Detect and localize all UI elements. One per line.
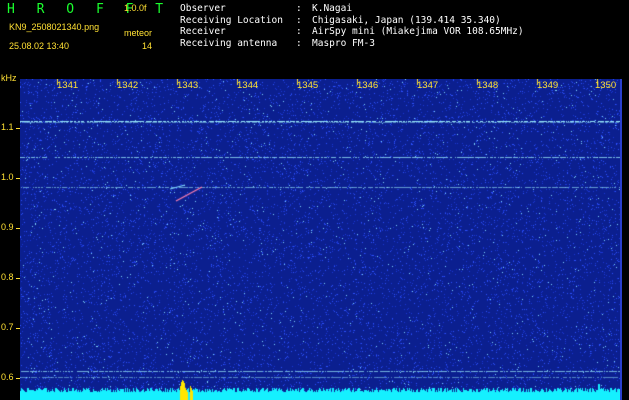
meta-value: K.Nagai xyxy=(312,3,353,14)
x-tick-label: 1344 xyxy=(237,80,259,91)
x-tick-label: 1346 xyxy=(357,80,379,91)
meta-sep: : xyxy=(296,14,302,26)
filename-label: KN9_2508021340.png xyxy=(9,22,100,32)
meta-key: Observer xyxy=(180,3,226,14)
meta-sep: : xyxy=(296,26,302,38)
meta-key: Receiving Location xyxy=(180,14,283,26)
x-tick-label: 1349 xyxy=(537,80,559,91)
x-tick-label: 1343 xyxy=(177,80,199,91)
x-tick-label: 1350 xyxy=(595,80,617,91)
meta-row-location: Receiving Location : Chigasaki, Japan (1… xyxy=(180,15,524,27)
datetime-label: 25.08.02 13:40 xyxy=(9,41,70,51)
x-tick-label: 1347 xyxy=(417,80,439,91)
version-label: 1.0.0f xyxy=(124,3,147,13)
x-tick-label: 1342 xyxy=(117,80,139,91)
meta-sep: : xyxy=(296,37,302,49)
meteor-label: meteor xyxy=(124,28,153,38)
x-tick-label: 1348 xyxy=(477,80,499,91)
y-tick-label: 0.8 xyxy=(1,272,14,282)
y-tick-label: 0.9 xyxy=(1,222,14,232)
y-axis-unit: kHz xyxy=(1,73,17,83)
meta-row-receiver: Receiver : AirSpy mini (Miakejima VOR 10… xyxy=(180,26,524,38)
observation-metadata: Observer : K.Nagai Receiving Location : … xyxy=(180,3,524,49)
header-panel: H R O F F T 1.0.0f KN9_2508021340.png me… xyxy=(0,0,629,74)
y-tick-label: 0.7 xyxy=(1,322,14,332)
y-tick-label: 1.0 xyxy=(1,172,14,182)
plot-right-frame xyxy=(620,79,622,400)
x-tick-label: 1341 xyxy=(57,80,79,91)
meta-value: AirSpy mini (Miakejima VOR 108.65MHz) xyxy=(312,26,524,38)
meta-sep: : xyxy=(296,3,302,14)
meta-key: Receiver xyxy=(180,26,226,38)
meta-value: Chigasaki, Japan (139.414 35.340) xyxy=(312,14,501,26)
meteor-count: 14 xyxy=(142,41,153,51)
meta-row-observer: Observer : K.Nagai xyxy=(180,3,524,15)
y-tick-label: 1.1 xyxy=(1,122,14,132)
meta-key: Receiving antenna xyxy=(180,37,278,49)
y-tick-label: 0.6 xyxy=(1,372,14,382)
x-tick-label: 1345 xyxy=(297,80,319,91)
meta-value: Maspro FM-3 xyxy=(312,37,375,49)
spectrogram-plot xyxy=(20,79,622,400)
meta-row-antenna: Receiving antenna : Maspro FM-3 xyxy=(180,38,524,50)
